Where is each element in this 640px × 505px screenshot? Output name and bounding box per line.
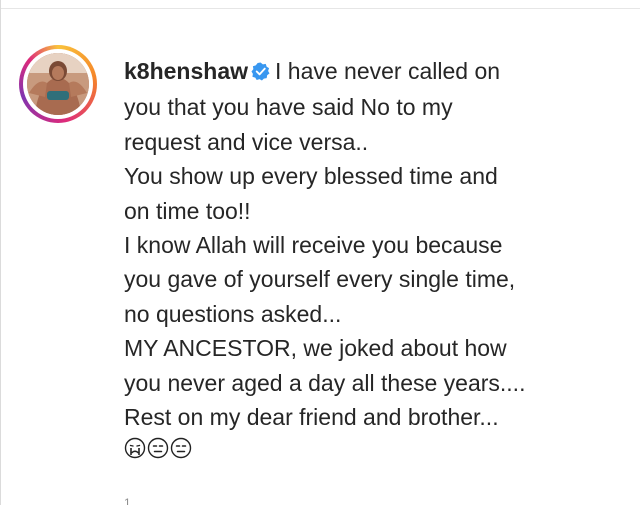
comment-meta-stub: 1 bbox=[124, 496, 131, 505]
comment-line: I know Allah will receive you because bbox=[124, 232, 503, 259]
comment-line: request and vice versa.. bbox=[124, 128, 369, 155]
story-ring[interactable] bbox=[19, 45, 97, 123]
comment-line: MY ANCESTOR, we joked about how bbox=[124, 335, 507, 362]
crying-face-emoji-icon bbox=[124, 437, 146, 459]
comment-line: you that you have said No to my bbox=[124, 94, 453, 121]
comment-line: no questions asked... bbox=[124, 300, 342, 327]
comment-line: Rest on my dear friend and brother... bbox=[124, 404, 499, 431]
expressionless-face-emoji-icon bbox=[170, 437, 192, 459]
comment-line: you gave of yourself every single time, bbox=[124, 266, 516, 293]
expressionless-face-emoji-icon bbox=[147, 437, 169, 459]
comment-line: on time too!! bbox=[124, 197, 251, 224]
avatar-photo bbox=[27, 53, 89, 115]
verified-badge-icon bbox=[251, 56, 270, 90]
username-link[interactable]: k8henshaw bbox=[124, 58, 248, 84]
comment-line: you never aged a day all these years.... bbox=[124, 369, 526, 396]
comment-panel: k8henshaw I have never called on you that… bbox=[0, 0, 640, 505]
avatar[interactable] bbox=[27, 53, 89, 115]
comment-line: You show up every blessed time and bbox=[124, 163, 498, 190]
top-divider bbox=[0, 0, 640, 9]
emoji-row bbox=[124, 437, 193, 463]
comment-text: k8henshaw I have never called on you that… bbox=[124, 54, 594, 434]
left-divider bbox=[0, 0, 1, 505]
comment-line: I have never called on bbox=[275, 58, 501, 84]
